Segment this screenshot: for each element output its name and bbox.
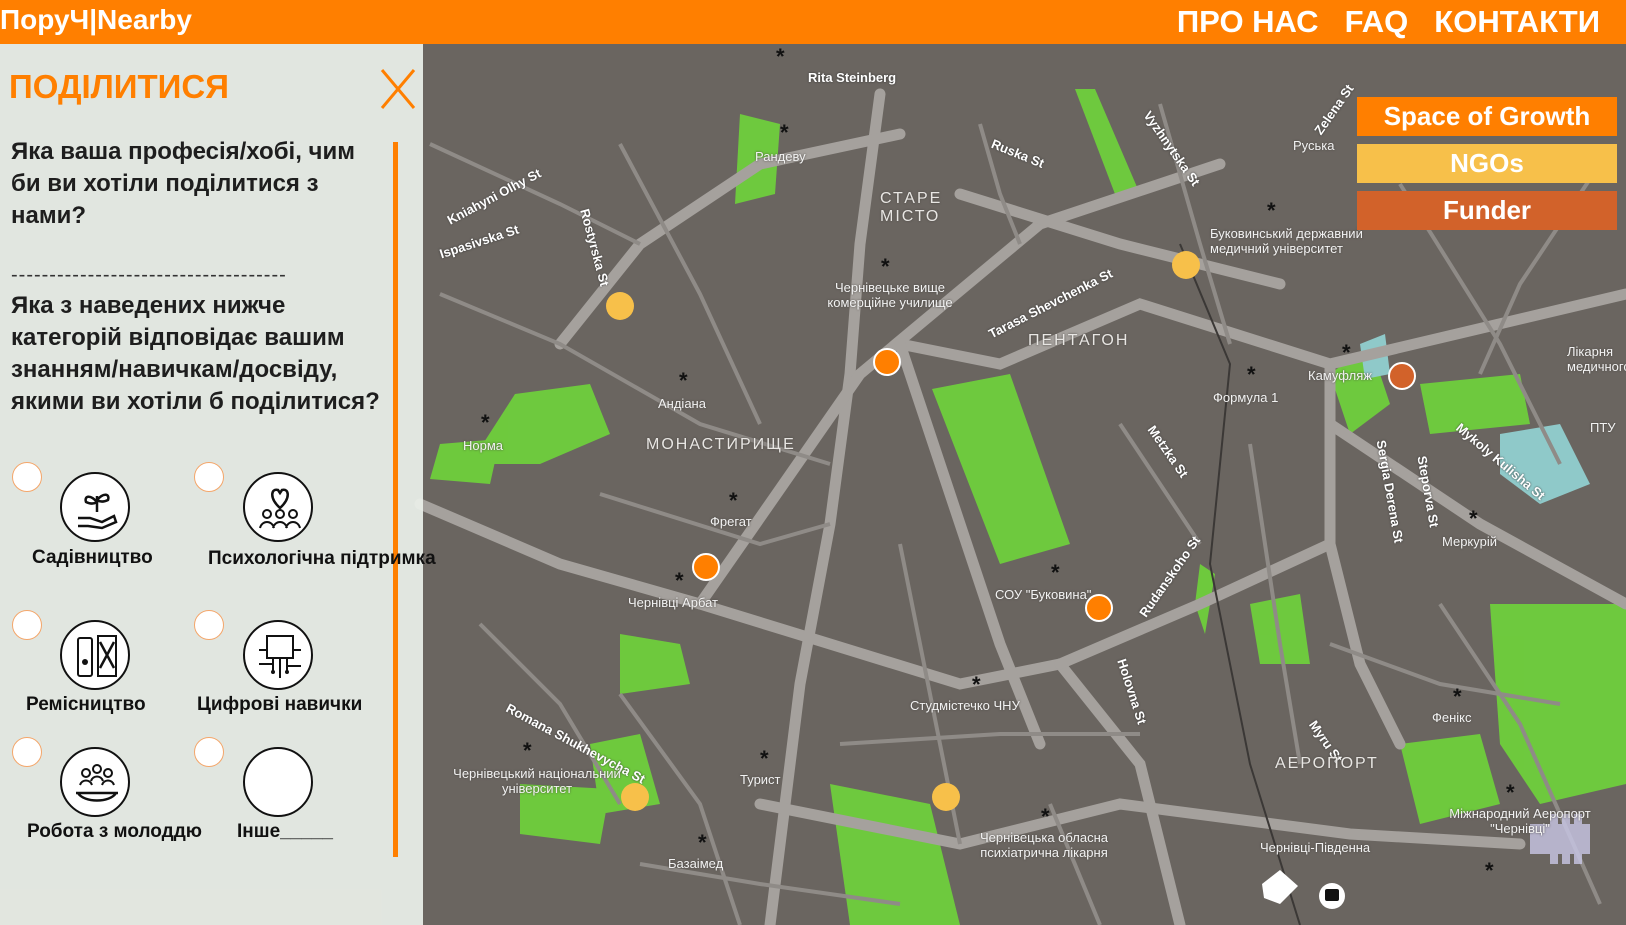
top-bar: ПоруЧ|Nearby ПРО НАС FAQ КОНТАКТИ <box>0 0 1626 44</box>
nav-faq-link[interactable]: FAQ <box>1345 4 1409 40</box>
plant-hand-icon <box>60 472 130 542</box>
place-label: Міжнародний Аеропорт "Чернівці" <box>1449 806 1591 836</box>
place-label: Чернівецька обласна психіатрична лікарня <box>979 830 1109 860</box>
landmark-star-icon: * <box>1469 506 1478 531</box>
landmark-star-icon: * <box>1051 560 1060 585</box>
landmark-star-icon: * <box>1247 362 1256 387</box>
question-category: Яка з наведених нижче категорій відповід… <box>11 292 380 415</box>
place-label: Чернівецьке вище комерційне училище <box>827 280 953 310</box>
heart-people-icon <box>243 472 313 542</box>
landmark-star-icon: * <box>698 830 707 855</box>
map-pin-space-of-growth[interactable] <box>1085 594 1113 622</box>
landmark-star-icon: * <box>481 410 490 435</box>
youth-group-icon <box>60 747 130 817</box>
district-label: ПЕНТАГОН <box>1028 332 1130 349</box>
crafts-icon <box>60 620 130 690</box>
question-profession: Яка ваша професія/хобі, чим би ви хотіли… <box>11 138 355 229</box>
map-pin-ngo[interactable] <box>621 783 649 811</box>
place-label: Рандеву <box>755 149 806 164</box>
street-label: Rita Steinberg <box>808 70 897 85</box>
place-label: Формула 1 <box>1213 390 1279 405</box>
landmark-star-icon: * <box>972 672 981 697</box>
landmark-star-icon: * <box>760 746 769 771</box>
landmark-star-icon: * <box>523 738 532 763</box>
map-pin-space-of-growth[interactable] <box>873 348 901 376</box>
place-label: Руська <box>1293 138 1335 153</box>
site-logo[interactable]: ПоруЧ|Nearby <box>0 4 192 36</box>
landmark-star-icon: * <box>1453 684 1462 709</box>
landmark-star-icon: * <box>675 568 684 593</box>
place-label: Фенікс <box>1432 710 1472 725</box>
close-icon[interactable] <box>380 68 416 110</box>
category-label: Цифрові навички <box>197 694 363 715</box>
radio-other[interactable] <box>194 737 224 767</box>
place-label: Чернівецький національний університет <box>453 766 621 796</box>
radio-crafts[interactable] <box>12 610 42 640</box>
landmark-star-icon: * <box>679 368 688 393</box>
place-label: Буковинський державний медичний універси… <box>1210 226 1363 256</box>
legend-space-of-growth[interactable]: Space of Growth <box>1357 97 1617 136</box>
place-label: СОУ "Буковина" <box>995 587 1092 602</box>
radio-digital-skills[interactable] <box>194 610 224 640</box>
place-label: ПТУ <box>1590 420 1616 435</box>
place-label: Студмістечко ЧНУ <box>910 698 1020 713</box>
landmark-star-icon: * <box>881 254 890 279</box>
nav-about-link[interactable]: ПРО НАС <box>1177 4 1319 40</box>
radio-psychological-support[interactable] <box>194 462 224 492</box>
district-label: МОНАСТИРИЩЕ <box>646 436 796 453</box>
map-pin-funder[interactable] <box>1388 362 1416 390</box>
radio-gardening[interactable] <box>12 462 42 492</box>
landmark-star-icon: * <box>1041 804 1050 829</box>
map-legend: Space of Growth NGOs Funder <box>1357 97 1617 238</box>
legend-funder[interactable]: Funder <box>1357 191 1617 230</box>
panel-title: ПОДІЛИТИСЯ <box>9 68 229 105</box>
place-label: Чернівці-Південна <box>1260 840 1371 855</box>
map-pin-ngo[interactable] <box>606 292 634 320</box>
landmark-star-icon: * <box>780 120 789 145</box>
place-label: Норма <box>463 438 504 453</box>
place-label: Лікарня медичного <box>1567 344 1626 374</box>
place-label: Фрегат <box>710 514 752 529</box>
district-label: АЕРОПОРТ <box>1275 755 1379 772</box>
landmark-star-icon: * <box>776 44 785 69</box>
radio-youth-work[interactable] <box>12 737 42 767</box>
landmark-star-icon: * <box>729 488 738 513</box>
divider: ------------------------------------ <box>11 264 287 286</box>
place-label: Андіана <box>658 396 706 411</box>
category-label: Садівництво <box>32 547 153 568</box>
landmark-star-icon: * <box>1485 858 1494 883</box>
category-label: Психологічна підтримка <box>208 548 436 569</box>
blank-circle-icon <box>243 747 313 817</box>
landmark-star-icon: * <box>1267 198 1276 223</box>
legend-ngos[interactable]: NGOs <box>1357 144 1617 183</box>
map-pin-ngo[interactable] <box>932 783 960 811</box>
map-pin-space-of-growth[interactable] <box>692 553 720 581</box>
place-label: Турист <box>740 772 781 787</box>
category-label: Робота з молоддю <box>27 821 203 842</box>
share-panel: ПОДІЛИТИСЯ Яка ваша професія/хобі, чим б… <box>0 44 436 925</box>
district-label: СТАРЕ МІСТО <box>880 190 943 225</box>
place-label: Камуфляж <box>1308 368 1372 383</box>
main-nav: ПРО НАС FAQ КОНТАКТИ <box>1177 4 1600 40</box>
place-label: Чернівці Арбат <box>628 595 718 610</box>
nav-contacts-link[interactable]: КОНТАКТИ <box>1434 4 1600 40</box>
category-label: Ремісництво <box>26 694 146 715</box>
category-label-other[interactable]: Інше_____ <box>237 821 333 843</box>
place-label: Меркурій <box>1442 534 1498 549</box>
landmark-star-icon: * <box>1506 780 1515 805</box>
map-pin-ngo[interactable] <box>1172 251 1200 279</box>
digital-circuit-icon <box>243 620 313 690</box>
landmark-star-icon: * <box>1342 340 1351 365</box>
place-label: Базаімед <box>668 856 724 871</box>
